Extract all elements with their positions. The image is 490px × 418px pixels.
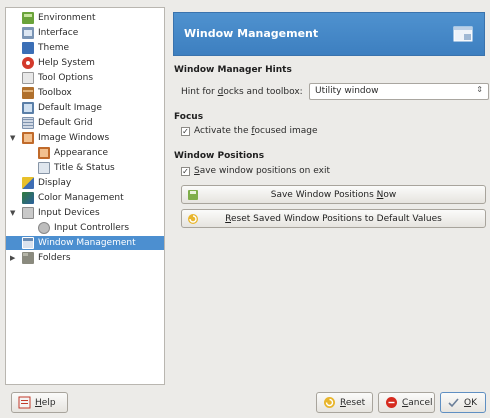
sidebar-item-label: Default Image [38, 103, 102, 113]
sidebar-item-label: Help System [38, 58, 95, 68]
save-window-positions-now-label: Save Window Positions Now [270, 189, 397, 200]
expander-down-icon[interactable]: ▼ [10, 134, 15, 142]
reset-icon [188, 214, 198, 224]
sidebar-item-label: Appearance [54, 148, 109, 158]
help-button[interactable]: Help [11, 392, 68, 413]
default-image-icon [22, 102, 34, 114]
window-management-icon [453, 26, 473, 42]
help-system-icon [22, 57, 34, 69]
sidebar-item-folders[interactable]: ▶ Folders [6, 251, 164, 265]
activate-focused-image-checkbox[interactable]: ✓ Activate the focused image [181, 126, 318, 136]
cancel-icon [386, 397, 397, 408]
section-title-window-manager-hints: Window Manager Hints [174, 65, 292, 75]
reset-saved-window-positions-button[interactable]: Reset Saved Window Positions to Default … [181, 209, 486, 228]
sidebar-item-label: Image Windows [38, 133, 110, 143]
sidebar-item-label: Input Controllers [54, 223, 130, 233]
environment-icon [22, 12, 34, 24]
sidebar-item-image-windows[interactable]: ▼ Image Windows [6, 131, 164, 145]
sidebar-item-interface[interactable]: Interface [6, 26, 164, 40]
reset-button-label: Reset [340, 397, 366, 408]
tool-options-icon [22, 72, 34, 84]
sidebar-item-default-image[interactable]: Default Image [6, 101, 164, 115]
sidebar-item-color-management[interactable]: Color Management [6, 191, 164, 205]
sidebar-item-tool-options[interactable]: Tool Options [6, 71, 164, 85]
help-icon [18, 396, 31, 409]
docks-hint-select[interactable]: Utility window ⇕ [309, 83, 489, 100]
sidebar-item-window-management[interactable]: Window Management [6, 236, 164, 250]
display-icon [22, 177, 34, 189]
page-title: Window Management [184, 27, 319, 40]
sidebar-item-toolbox[interactable]: Toolbox [6, 86, 164, 100]
sidebar-item-environment[interactable]: Environment [6, 11, 164, 25]
docks-hint-label: Hint for docks and toolbox: [181, 87, 303, 97]
save-icon [188, 190, 198, 200]
sidebar-item-theme[interactable]: Theme [6, 41, 164, 55]
folders-icon [22, 252, 34, 264]
save-window-positions-now-button[interactable]: Save Window Positions Now [181, 185, 486, 204]
sidebar-item-label: Folders [38, 253, 71, 263]
reset-saved-window-positions-label: Reset Saved Window Positions to Default … [225, 213, 442, 224]
input-devices-icon [22, 207, 34, 219]
sidebar-item-label: Toolbox [38, 88, 72, 98]
window-management-icon [22, 237, 34, 249]
docks-hint-value: Utility window [315, 86, 379, 96]
sidebar-item-title-status[interactable]: Title & Status [6, 161, 164, 175]
section-title-window-positions: Window Positions [174, 151, 265, 161]
ok-button[interactable]: OK [440, 392, 486, 413]
save-positions-on-exit-checkbox[interactable]: ✓ Save window positions on exit [181, 166, 330, 176]
sidebar-item-help-system[interactable]: Help System [6, 56, 164, 70]
sidebar-item-default-grid[interactable]: Default Grid [6, 116, 164, 130]
image-windows-icon [22, 132, 34, 144]
theme-icon [22, 42, 34, 54]
sidebar-item-label: Tool Options [38, 73, 94, 83]
checkbox-checked-icon[interactable]: ✓ [181, 126, 190, 136]
sidebar-item-label: Interface [38, 28, 79, 38]
activate-focused-image-label: Activate the focused image [194, 126, 318, 136]
page-header: Window Management [173, 12, 485, 56]
sidebar-item-label: Input Devices [38, 208, 100, 218]
checkbox-checked-icon[interactable]: ✓ [181, 166, 190, 176]
default-grid-icon [22, 117, 34, 129]
toolbox-icon [22, 87, 34, 99]
sidebar-item-input-controllers[interactable]: Input Controllers [6, 221, 164, 235]
ok-button-label: OK [464, 397, 477, 408]
sidebar-item-label: Title & Status [54, 163, 115, 173]
sidebar-item-input-devices[interactable]: ▼ Input Devices [6, 206, 164, 220]
title-status-icon [38, 162, 50, 174]
select-arrows-icon: ⇕ [476, 85, 483, 94]
reset-icon [324, 397, 335, 408]
sidebar-item-label: Window Management [38, 238, 136, 248]
ok-icon [448, 398, 459, 408]
sidebar-item-label: Display [38, 178, 72, 188]
sidebar-item-appearance[interactable]: Appearance [6, 146, 164, 160]
sidebar-item-label: Default Grid [38, 118, 93, 128]
cancel-button-label: Cancel [402, 397, 433, 408]
help-button-label: Help [35, 397, 56, 408]
reset-button[interactable]: Reset [316, 392, 373, 413]
interface-icon [22, 27, 34, 39]
sidebar-item-display[interactable]: Display [6, 176, 164, 190]
sidebar-item-label: Color Management [38, 193, 124, 203]
cancel-button[interactable]: Cancel [378, 392, 435, 413]
sidebar-item-label: Theme [38, 43, 70, 53]
preferences-tree[interactable]: Environment Interface Theme Help System … [5, 7, 165, 385]
color-management-icon [22, 192, 34, 204]
input-controllers-icon [38, 222, 50, 234]
section-title-focus: Focus [174, 112, 204, 122]
sidebar-item-label: Environment [38, 13, 96, 23]
save-positions-on-exit-label: Save window positions on exit [194, 166, 330, 176]
appearance-icon [38, 147, 50, 159]
expander-down-icon[interactable]: ▼ [10, 209, 15, 217]
expander-right-icon[interactable]: ▶ [10, 254, 15, 262]
